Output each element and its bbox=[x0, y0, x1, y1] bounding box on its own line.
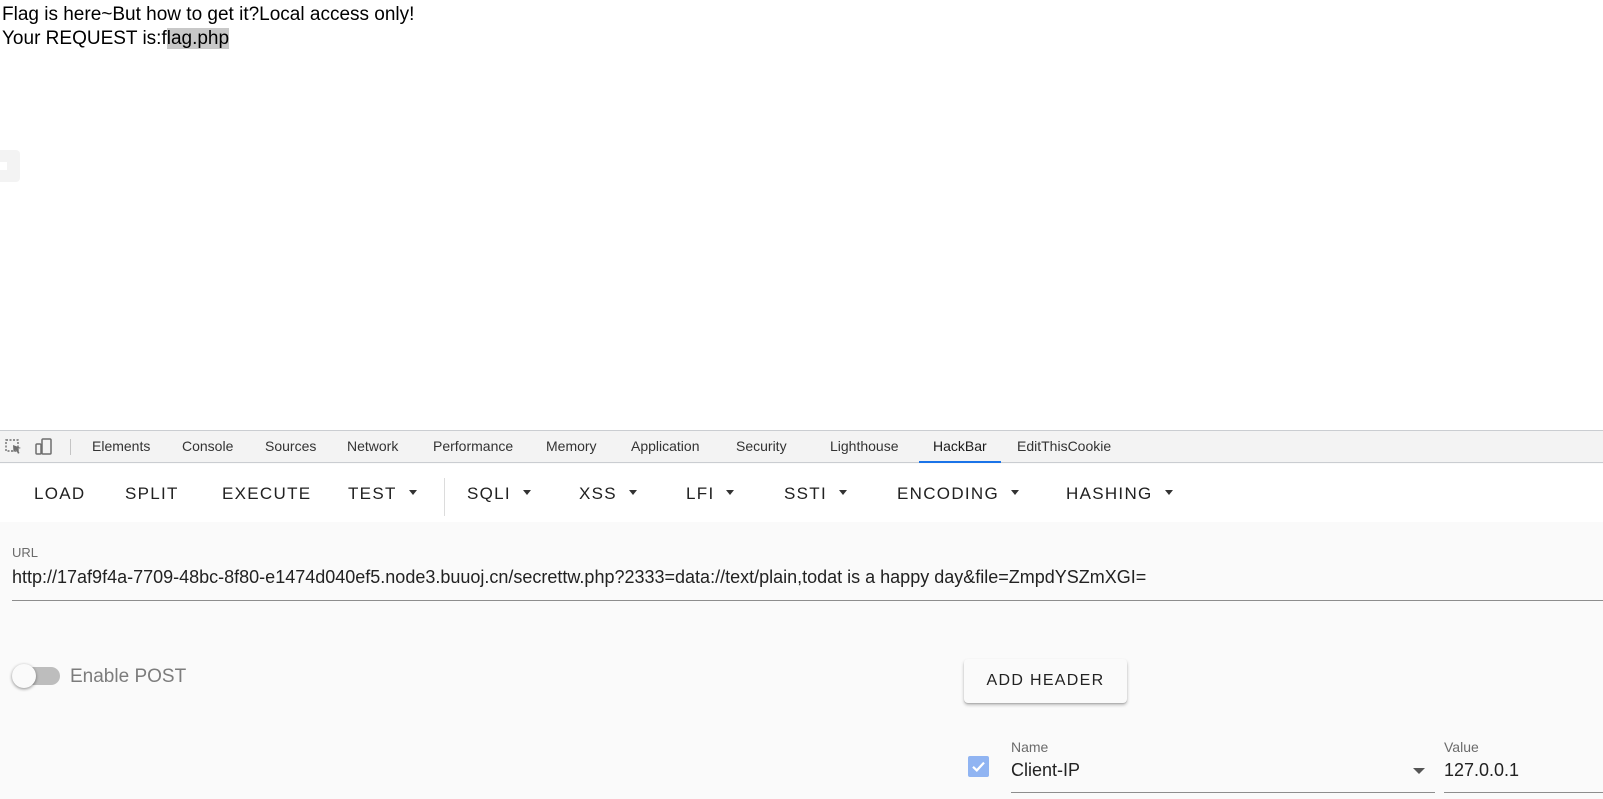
execute-button[interactable]: EXECUTE bbox=[222, 482, 311, 506]
checkmark-icon bbox=[972, 761, 985, 772]
header-value-input[interactable]: 127.0.0.1 bbox=[1444, 760, 1519, 781]
encoding-menu-button[interactable]: ENCODING bbox=[897, 482, 1020, 506]
sqli-menu-button[interactable]: SQLI bbox=[467, 482, 531, 506]
split-button[interactable]: SPLIT bbox=[125, 482, 179, 506]
lfi-menu-button[interactable]: LFI bbox=[686, 482, 735, 506]
tab-network[interactable]: Network bbox=[347, 431, 398, 462]
tab-console[interactable]: Console bbox=[182, 431, 233, 462]
lfi-label: LFI bbox=[686, 484, 715, 503]
header-name-underline bbox=[1011, 792, 1435, 793]
toggle-knob[interactable] bbox=[12, 664, 36, 688]
tab-memory[interactable]: Memory bbox=[546, 431, 597, 462]
caret-down-icon bbox=[1011, 490, 1020, 496]
toolbar-divider bbox=[70, 439, 71, 455]
devtools-panel: Elements Console Sources Network Perform… bbox=[0, 430, 1603, 799]
device-toolbar-icon[interactable] bbox=[34, 438, 54, 456]
header-value-underline bbox=[1444, 792, 1603, 793]
encoding-label: ENCODING bbox=[897, 484, 1000, 503]
url-label: URL bbox=[12, 545, 39, 560]
header-enabled-checkbox[interactable] bbox=[968, 756, 989, 777]
enable-post-label: Enable POST bbox=[70, 666, 187, 687]
selected-text: lag.php bbox=[166, 28, 230, 49]
ssti-label: SSTI bbox=[784, 484, 827, 503]
tab-elements[interactable]: Elements bbox=[92, 431, 150, 462]
xss-menu-button[interactable]: XSS bbox=[579, 482, 637, 506]
hashing-label: HASHING bbox=[1066, 484, 1153, 503]
inspect-element-icon[interactable] bbox=[4, 438, 24, 456]
request-prefix: Your REQUEST is:f bbox=[2, 28, 167, 49]
header-name-select[interactable]: Client-IP bbox=[1011, 760, 1080, 781]
test-label: TEST bbox=[348, 484, 397, 503]
tab-editthiscookie[interactable]: EditThisCookie bbox=[1017, 431, 1111, 462]
tab-sources[interactable]: Sources bbox=[265, 431, 316, 462]
caret-down-icon bbox=[1164, 490, 1173, 496]
edge-handle bbox=[0, 150, 20, 182]
tab-security[interactable]: Security bbox=[736, 431, 787, 462]
header-name-label: Name bbox=[1011, 739, 1049, 755]
tab-performance[interactable]: Performance bbox=[433, 431, 513, 462]
caret-down-icon bbox=[628, 490, 637, 496]
add-header-button[interactable]: ADD HEADER bbox=[964, 659, 1127, 703]
sqli-label: SQLI bbox=[467, 484, 511, 503]
caret-down-icon bbox=[408, 490, 417, 496]
load-button[interactable]: LOAD bbox=[34, 482, 86, 506]
header-value-label: Value bbox=[1444, 739, 1479, 755]
dropdown-arrow-icon[interactable] bbox=[1413, 768, 1425, 774]
hashing-menu-button[interactable]: HASHING bbox=[1066, 482, 1173, 506]
tab-lighthouse[interactable]: Lighthouse bbox=[830, 431, 899, 462]
page-content: Flag is here~But how to get it?Local acc… bbox=[0, 0, 1603, 430]
caret-down-icon bbox=[522, 490, 531, 496]
url-underline bbox=[12, 600, 1603, 601]
caret-down-icon bbox=[839, 490, 847, 496]
ssti-menu-button[interactable]: SSTI bbox=[784, 482, 847, 506]
test-menu-button[interactable]: TEST bbox=[348, 482, 417, 506]
page-text-line-1: Flag is here~But how to get it?Local acc… bbox=[2, 4, 415, 25]
xss-label: XSS bbox=[579, 484, 617, 503]
toolbar-divider bbox=[444, 478, 445, 516]
caret-down-icon bbox=[726, 490, 735, 496]
devtools-tab-bar: Elements Console Sources Network Perform… bbox=[0, 430, 1603, 463]
page-text-line-2: Your REQUEST is:flag.php bbox=[2, 27, 230, 51]
url-input[interactable]: http://17af9f4a-7709-48bc-8f80-e1474d040… bbox=[12, 567, 1146, 588]
tab-hackbar[interactable]: HackBar bbox=[919, 431, 1001, 463]
tab-application[interactable]: Application bbox=[631, 431, 700, 462]
hackbar-toolbar: LOAD SPLIT EXECUTE TEST SQLI XSS LFI SST… bbox=[0, 464, 1603, 522]
